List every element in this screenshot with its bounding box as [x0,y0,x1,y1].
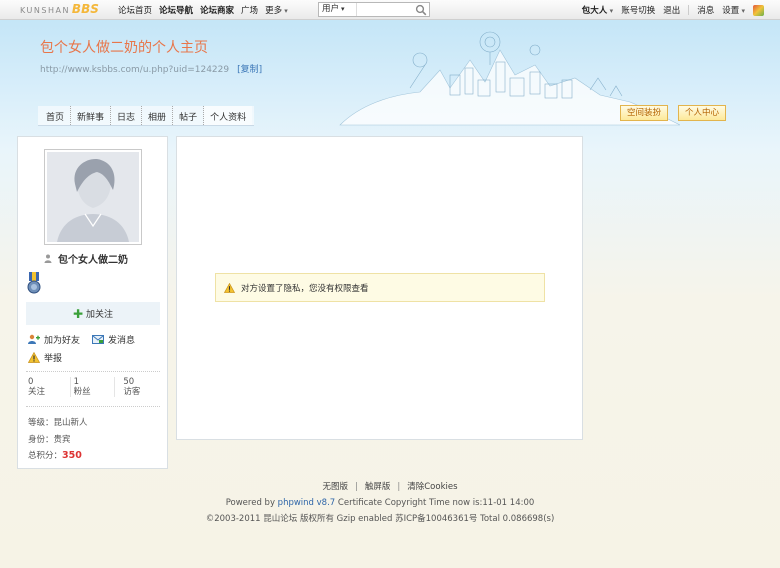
app-icon[interactable] [753,4,764,16]
user-menu[interactable]: 包大人 [582,4,613,16]
person-icon [44,254,52,263]
topnav-home[interactable]: 论坛首页 [118,4,152,16]
space-decorate-button[interactable]: 空间装扮 [620,105,669,121]
points-label: 总积分： [28,451,63,461]
logo-bbs: BBS [71,2,99,16]
medal-icon[interactable] [27,272,41,296]
add-friend-label: 加为好友 [44,336,81,346]
phpwind-link[interactable]: phpwind v8.7 [278,498,336,508]
profile-username: 包个女人做二奶 [44,251,128,266]
search-icon[interactable] [415,4,427,16]
follow-button[interactable]: ✚ 加关注 [26,302,160,325]
search-box: 用户 ▾ [318,2,430,17]
tab-news[interactable]: 新鲜事 [71,106,112,125]
powered-suffix: Certificate Copyright Time now is:11-01 … [335,498,535,508]
powered-prefix: Powered by [225,498,278,508]
footer-links: 无图版 | 触屏版 | 清除Cookies [0,480,780,492]
stat-fans-label: 粉丝 [73,387,91,397]
separator: | [354,482,358,492]
messages-link[interactable]: 消息 [697,4,714,16]
report-button[interactable]: 举报 [28,351,62,364]
stat-fans[interactable]: 1 粉丝 [71,377,116,397]
personal-center-button[interactable]: 个人中心 [678,105,727,121]
search-type-select[interactable]: 用户 ▾ [319,3,357,16]
top-right-menu: 包大人 账号切换 退出 消息 设置 [574,4,764,16]
logout-link[interactable]: 退出 [663,4,680,16]
profile-tabs: 首页 新鲜事 日志 相册 帖子 个人资料 [38,106,255,126]
user-stats: 0 关注 1 粉丝 50 访客 [26,377,160,397]
settings-menu[interactable]: 设置 [722,4,745,16]
footer-clear-cookies-link[interactable]: 清除Cookies [407,482,457,492]
user-level: 等级：昆山新人 [28,418,88,428]
add-friend-button[interactable]: 加为好友 [28,333,80,346]
profile-url: http://www.ksbbs.com/u.php?uid=124229 [复制… [40,62,262,75]
warning-icon [28,352,40,363]
divider [26,371,160,372]
points-value: 350 [62,450,82,461]
main-content: 对方设置了隐私，您没有权限查看 [176,136,583,440]
page-title: 包个女人做二奶的个人主页 [40,40,208,56]
user-points: 总积分：350 [28,449,82,461]
stat-following-label: 关注 [28,387,46,397]
tab-diary[interactable]: 日志 [111,106,143,125]
switch-account-link[interactable]: 账号切换 [621,4,655,16]
copy-url-link[interactable]: [复制] [237,65,262,75]
profile-username-text: 包个女人做二奶 [58,255,128,266]
stat-following[interactable]: 0 关注 [26,377,71,397]
default-avatar-icon [47,152,139,242]
search-type-label: 用户 [322,4,340,14]
follow-label: 加关注 [86,310,114,320]
divider [26,406,160,407]
footer-touch-version-link[interactable]: 触屏版 [365,482,391,492]
stat-fans-value: 1 [73,377,80,387]
top-nav: 论坛首页 论坛导航 论坛商家 广场 更多 [118,4,295,16]
add-friend-icon [28,334,40,344]
logo-prefix: KUNSHAN [20,6,70,15]
stat-visitors[interactable]: 50 访客 [115,377,160,397]
top-bar: KUNSHAN BBS 论坛首页 论坛导航 论坛商家 广场 更多 用户▾ 包大人… [0,0,780,20]
profile-url-text: http://www.ksbbs.com/u.php?uid=124229 [40,65,230,75]
chevron-down-icon: ▾ [341,5,345,13]
stat-visitors-label: 访客 [123,387,141,397]
footer-text-version-link[interactable]: 无图版 [322,482,348,492]
tab-home[interactable]: 首页 [40,106,72,125]
tab-album[interactable]: 相册 [142,106,174,125]
topnav-merchants[interactable]: 论坛商家 [200,4,234,16]
avatar[interactable] [44,149,142,245]
stat-following-value: 0 [28,377,34,387]
privacy-notice-text: 对方设置了隐私，您没有权限查看 [241,283,369,294]
footer-powered-by: Powered by phpwind v8.7 Certificate Copy… [0,498,760,508]
search-input[interactable] [357,3,411,16]
topnav-more[interactable]: 更多 [265,4,288,16]
divider [688,5,690,15]
privacy-notice: 对方设置了隐私，您没有权限查看 [215,273,545,302]
report-label: 举报 [44,354,63,364]
plus-icon: ✚ [72,306,84,321]
tab-profile[interactable]: 个人资料 [204,106,253,125]
message-icon [92,335,104,344]
footer-copyright: ©2003-2011 昆山论坛 版权所有 Gzip enabled 苏ICP备1… [205,514,555,524]
separator: | [397,482,401,492]
site-logo[interactable]: KUNSHAN BBS [20,2,99,18]
user-identity: 身份：贵宾 [28,435,71,445]
send-message-label: 发消息 [108,336,136,346]
send-message-button[interactable]: 发消息 [92,333,135,346]
topnav-guide[interactable]: 论坛导航 [159,4,193,16]
profile-sidebar: 包个女人做二奶 ✚ 加关注 加为好友 发消息 举报 0 关注 1 粉丝 50 访… [17,136,168,469]
warning-icon [224,282,235,293]
topnav-square[interactable]: 广场 [241,4,258,16]
tab-posts[interactable]: 帖子 [173,106,205,125]
stat-visitors-value: 50 [123,377,135,387]
